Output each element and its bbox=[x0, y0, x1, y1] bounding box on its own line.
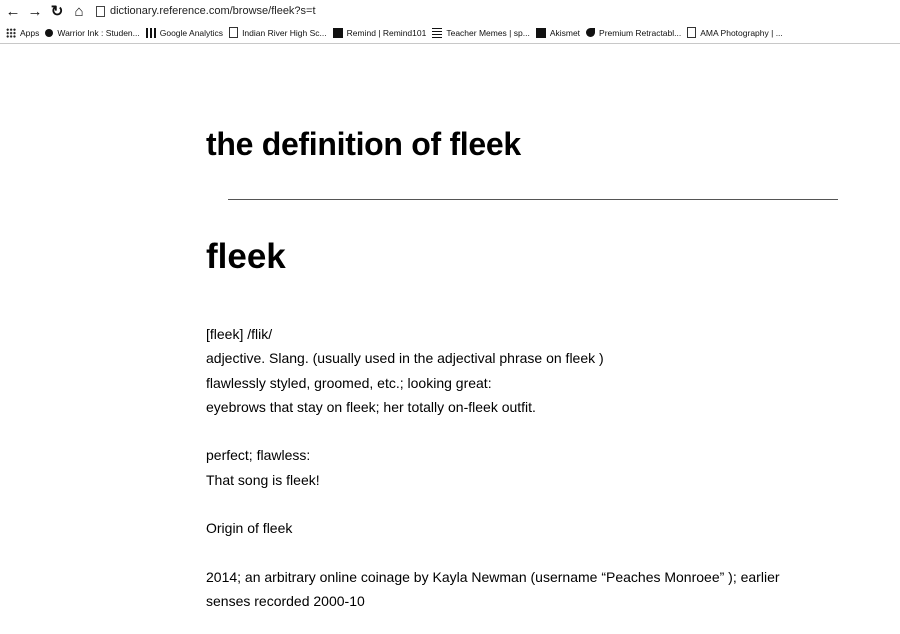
page-icon bbox=[229, 27, 239, 38]
remind-square-icon bbox=[332, 27, 343, 38]
memes-lines-icon bbox=[432, 27, 443, 38]
bookmark-label: Akismet bbox=[549, 27, 581, 38]
bookmark-label: Remind | Remind101 bbox=[346, 27, 427, 38]
bookmark-teacher-memes[interactable]: Teacher Memes | sp... bbox=[432, 27, 530, 38]
pronunciation: [fleek] /flik/ bbox=[206, 326, 273, 342]
divider bbox=[228, 199, 838, 200]
bookmark-label: Google Analytics bbox=[159, 27, 224, 38]
origin-heading: Origin of fleek bbox=[206, 520, 293, 537]
bookmark-ama-photography[interactable]: AMA Photography | ... bbox=[687, 27, 783, 38]
part-of-speech: adjective. Slang. (usually used in the a… bbox=[206, 350, 604, 367]
example-2: That song is fleek! bbox=[206, 471, 320, 488]
bookmark-label: Indian River High Sc... bbox=[242, 27, 327, 38]
bookmark-warrior-ink[interactable]: Warrior Ink : Studen... bbox=[45, 27, 140, 38]
origin-text-line-2: senses recorded 2000-10 bbox=[206, 593, 365, 610]
bookmark-label: Teacher Memes | sp... bbox=[446, 27, 530, 38]
akismet-box-icon bbox=[535, 27, 546, 38]
bookmark-akismet[interactable]: Akismet bbox=[535, 27, 581, 38]
origin-text-line-1: 2014; an arbitrary online coinage by Kay… bbox=[206, 568, 780, 585]
example-1: eyebrows that stay on fleek; her totally… bbox=[206, 398, 536, 415]
bookmark-label: Apps bbox=[20, 27, 40, 38]
home-icon[interactable]: ⌂ bbox=[68, 0, 90, 22]
main-content: the definition of fleek fleek [fleek] /f… bbox=[206, 124, 846, 609]
address-bar[interactable]: dictionary.reference.com/browse/fleek?s=… bbox=[96, 2, 892, 20]
bookmark-google-analytics[interactable]: Google Analytics bbox=[145, 27, 224, 38]
bookmark-label: Premium Retractabl... bbox=[599, 27, 682, 38]
page-icon bbox=[96, 5, 105, 17]
bookmark-label: Warrior Ink : Studen... bbox=[57, 27, 140, 38]
page-title: the definition of fleek bbox=[206, 126, 521, 162]
headword: fleek bbox=[206, 237, 286, 276]
leaf-icon bbox=[586, 28, 596, 37]
analytics-bars-icon bbox=[145, 27, 156, 38]
site-dot-icon bbox=[45, 28, 54, 37]
definition-1: flawlessly styled, groomed, etc.; lookin… bbox=[206, 374, 492, 391]
definition-entry: [fleek] /flik/ adjective. Slang. (usuall… bbox=[206, 322, 866, 614]
bookmark-apps[interactable]: Apps bbox=[6, 27, 40, 38]
forward-arrow-icon[interactable]: → bbox=[24, 0, 46, 22]
back-arrow-icon[interactable]: ← bbox=[2, 0, 24, 22]
bookmark-premium-retractable[interactable]: Premium Retractabl... bbox=[586, 28, 681, 38]
apps-grid-icon bbox=[6, 27, 16, 38]
bookmarks-bar: Apps Warrior Ink : Studen... Google Anal… bbox=[0, 22, 900, 44]
definition-2: perfect; flawless: bbox=[206, 447, 311, 464]
bookmark-indian-river[interactable]: Indian River High Sc... bbox=[229, 27, 327, 38]
reload-icon[interactable]: ↻ bbox=[46, 0, 68, 22]
bookmark-remind[interactable]: Remind | Remind101 bbox=[332, 27, 427, 38]
page-icon bbox=[687, 27, 697, 38]
browser-toolbar: ← → ↻ ⌂ dictionary.reference.com/browse/… bbox=[0, 0, 900, 22]
bookmark-label: AMA Photography | ... bbox=[700, 27, 783, 38]
url-text[interactable]: dictionary.reference.com/browse/fleek?s=… bbox=[110, 5, 316, 17]
